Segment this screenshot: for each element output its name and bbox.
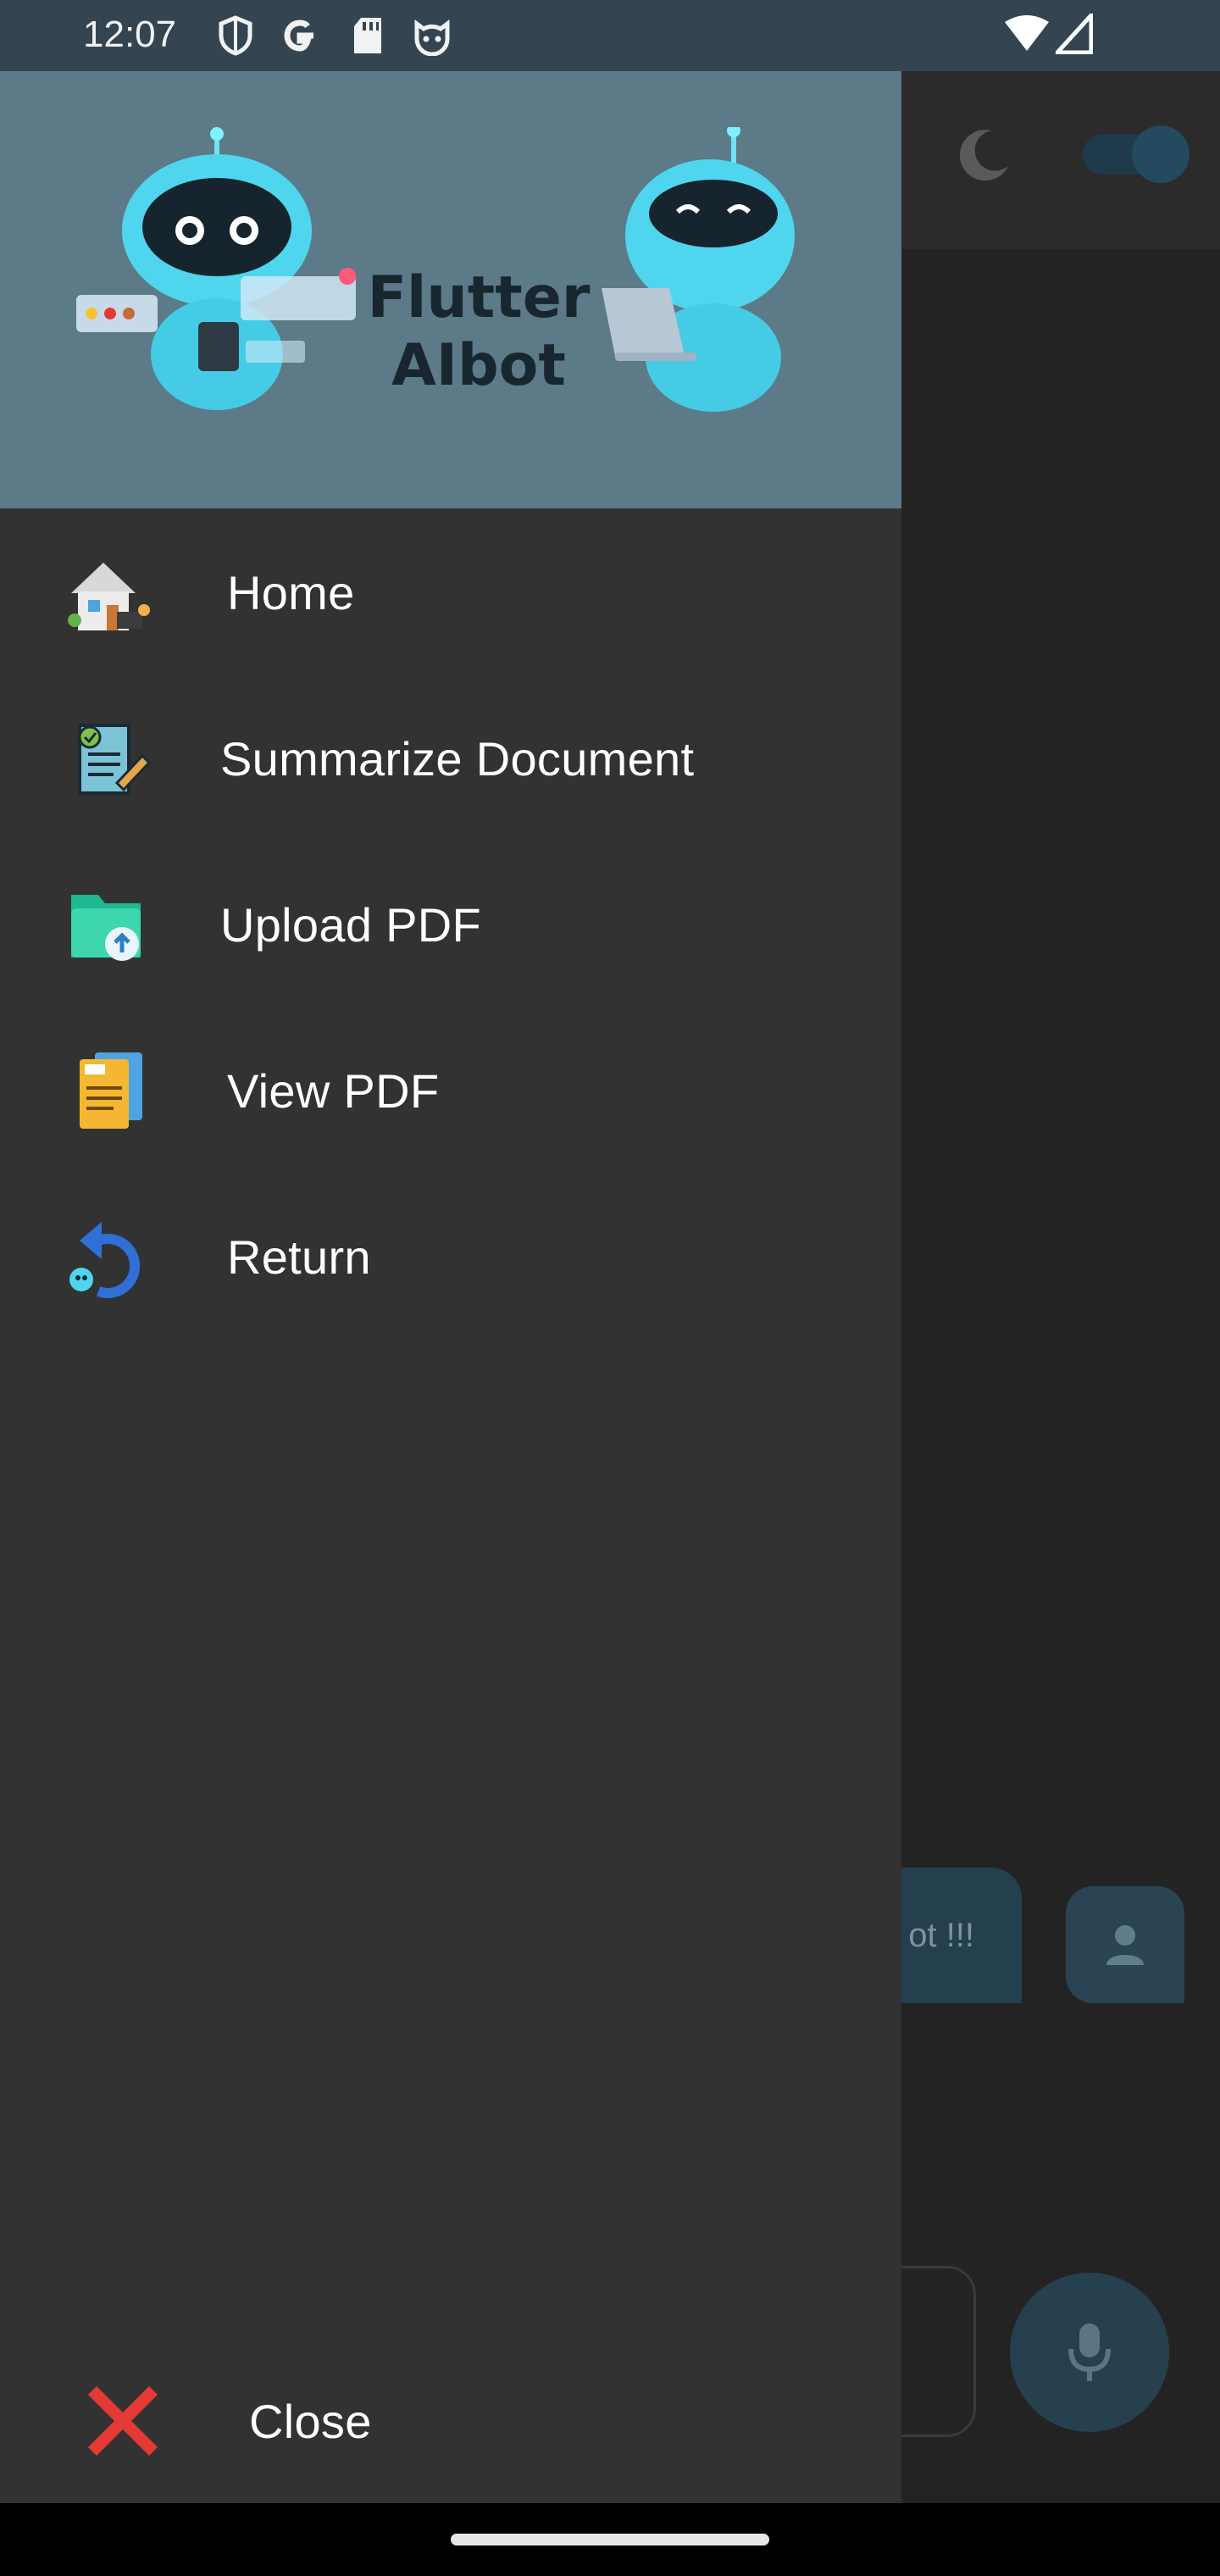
home-gesture-handle[interactable] [451,2534,769,2545]
navigation-drawer: Flutter AIbot Home Summarize Document Up… [0,0,901,2503]
moon-icon[interactable] [954,125,1013,185]
drawer-item-return[interactable]: Return [0,1176,901,1337]
status-bar: 12:07 [0,0,1220,71]
wifi-icon [1005,15,1049,51]
shield-icon [219,15,252,56]
folder-upload-icon [71,895,141,961]
drawer-item-view-pdf[interactable]: View PDF [0,1010,901,1171]
drawer-close-label: Close [249,2394,372,2448]
android-cat-icon [414,19,450,56]
google-icon [284,19,313,52]
drawer-item-label: Summarize Document [220,731,695,786]
logo-line-1: Flutter [367,264,591,331]
drawer-item-upload-pdf[interactable]: Upload PDF [0,844,901,1005]
logo-text: Flutter AIbot [360,264,597,400]
status-time: 12:07 [83,14,177,55]
file-icon [80,1052,142,1129]
person-icon [1106,1925,1144,1965]
drawer-item-label: View PDF [227,1063,440,1118]
cellular-signal-icon [1056,14,1093,54]
drawer-close-button[interactable]: Close [0,2340,901,2501]
logo-line-2: AIbot [391,332,566,399]
drawer-item-summarize-document[interactable]: Summarize Document [0,678,901,839]
house-icon [68,563,150,630]
theme-toggle-thumb[interactable] [1132,125,1190,183]
drawer-item-label: Home [227,565,355,619]
mic-button[interactable] [1010,2273,1169,2432]
document-edit-icon [78,724,152,795]
drawer-header: Flutter AIbot [0,71,901,508]
sd-card-icon [354,18,381,53]
user-avatar [1066,1886,1184,2003]
drawer-item-home[interactable]: Home [0,512,901,673]
close-x-icon [88,2386,158,2456]
return-arrow-icon [69,1222,141,1298]
drawer-item-label: Return [227,1230,371,1284]
microphone-icon [1068,2323,1111,2381]
drawer-item-label: Upload PDF [220,897,482,952]
